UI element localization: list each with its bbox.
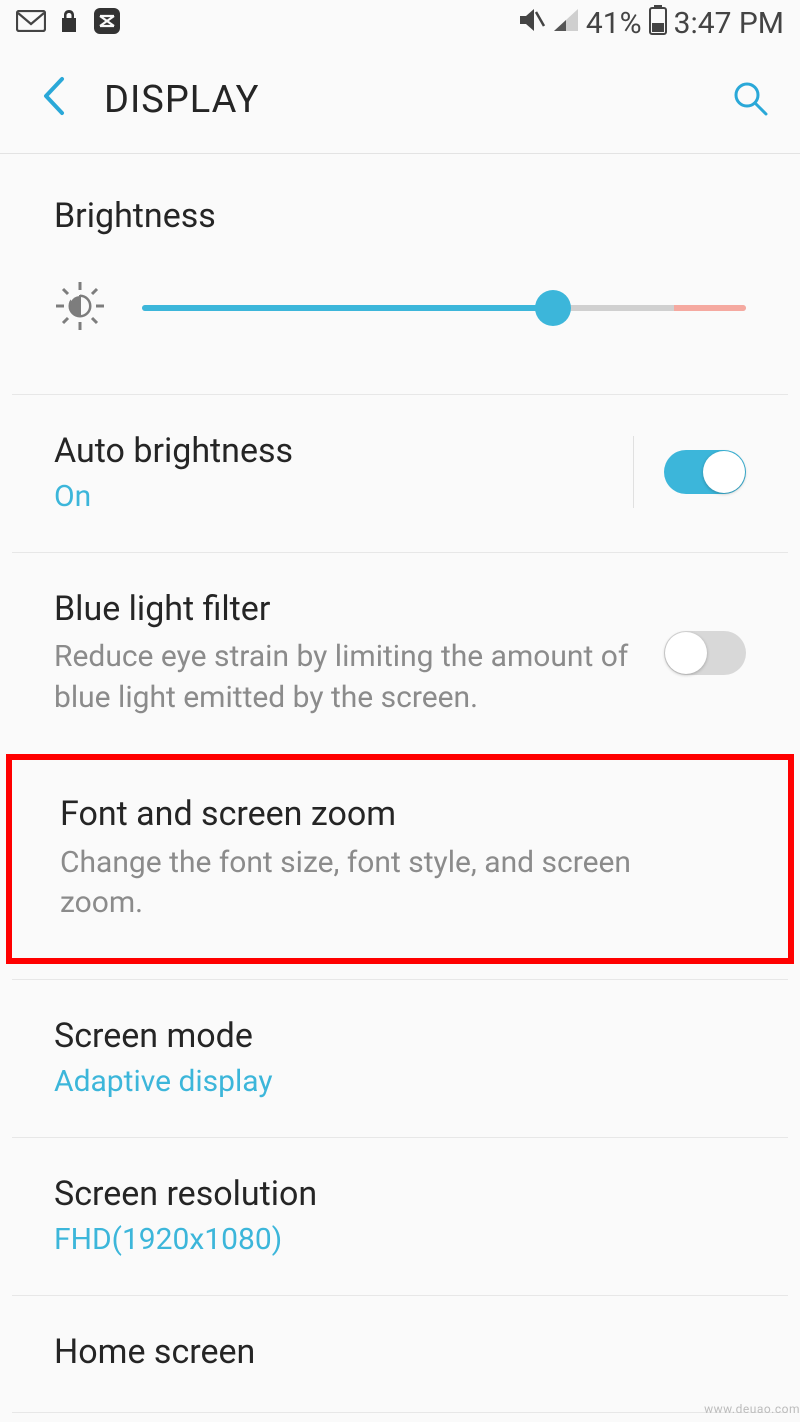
highlight-annotation: Font and screen zoom Change the font siz… (6, 754, 794, 963)
setting-font-zoom[interactable]: Font and screen zoom Change the font siz… (12, 760, 788, 957)
status-bar: 41% 3:47 PM (0, 0, 800, 46)
screen-mode-title: Screen mode (54, 1014, 726, 1058)
battery-icon (648, 5, 668, 42)
watermark: www.deuao.com (704, 1402, 800, 1416)
app-bar: DISPLAY (0, 46, 800, 154)
setting-home-screen[interactable]: Home screen (0, 1296, 800, 1412)
screen-res-value: FHD(1920x1080) (54, 1222, 726, 1257)
blue-light-title: Blue light filter (54, 587, 644, 631)
brightness-row (0, 246, 800, 394)
auto-brightness-title: Auto brightness (54, 429, 613, 473)
auto-brightness-state: On (54, 479, 613, 514)
auto-brightness-toggle[interactable] (664, 450, 746, 494)
back-button[interactable] (40, 75, 66, 125)
home-screen-title: Home screen (54, 1330, 726, 1374)
search-button[interactable] (730, 78, 770, 122)
search-icon (730, 78, 770, 118)
brightness-icon (54, 280, 106, 336)
brightness-slider[interactable] (142, 293, 746, 323)
app-icon (92, 6, 122, 40)
screen-res-title: Screen resolution (54, 1172, 726, 1216)
page-title: DISPLAY (104, 78, 260, 122)
gmail-icon (16, 10, 46, 36)
lock-icon (60, 8, 78, 38)
setting-blue-light[interactable]: Blue light filter Reduce eye strain by l… (0, 553, 800, 756)
blue-light-toggle[interactable] (664, 631, 746, 675)
font-zoom-desc: Change the font size, font style, and sc… (60, 843, 720, 924)
blue-light-desc: Reduce eye strain by limiting the amount… (54, 637, 644, 718)
setting-auto-brightness[interactable]: Auto brightness On (0, 395, 800, 552)
clock-time: 3:47 PM (674, 6, 784, 41)
mute-icon (516, 6, 546, 41)
signal-icon (552, 7, 580, 40)
setting-screen-resolution[interactable]: Screen resolution FHD(1920x1080) (0, 1138, 800, 1295)
font-zoom-title: Font and screen zoom (60, 792, 720, 836)
brightness-label: Brightness (0, 154, 800, 246)
battery-percent: 41% (586, 6, 642, 41)
setting-screen-mode[interactable]: Screen mode Adaptive display (0, 980, 800, 1137)
screen-mode-value: Adaptive display (54, 1064, 726, 1099)
